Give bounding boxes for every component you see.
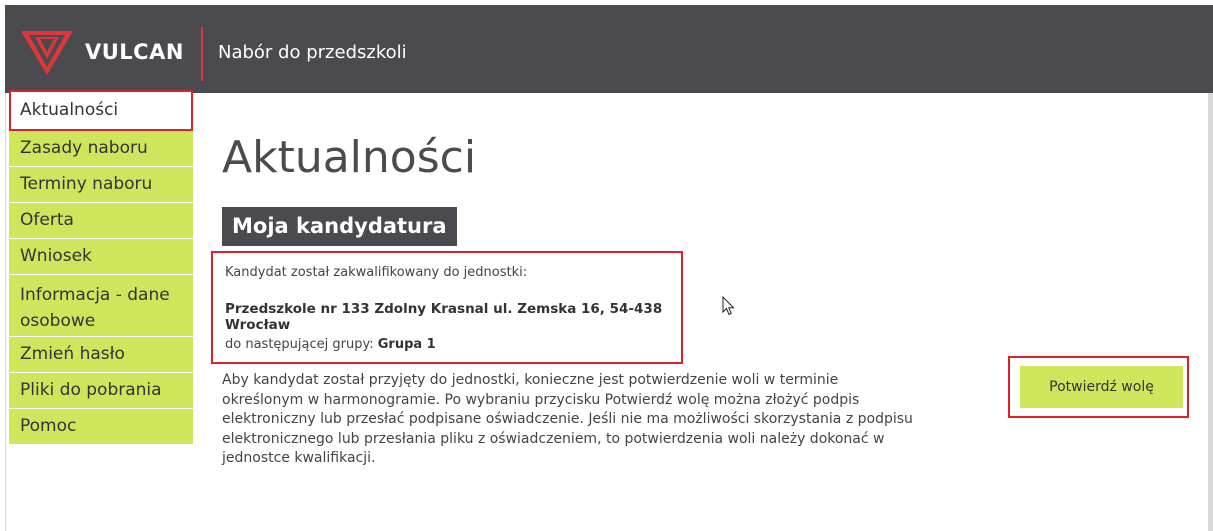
scrollbar-edge [1208,93,1213,531]
section-heading: Moja kandydatura [222,207,457,246]
sidebar-item-aktualnosci[interactable]: Aktualności [9,90,193,131]
page-title: Aktualności [222,132,477,183]
app-title: Nabór do przedszkoli [218,42,407,63]
app-header: VULCAN Nabór do przedszkoli [5,5,1213,93]
sidebar-item-pliki[interactable]: Pliki do pobrania [9,373,193,409]
sidebar-nav: Aktualności Zasady naboru Terminy naboru… [9,90,193,445]
group-line: do następującej grupy: Grupa 1 [225,337,436,352]
info-paragraph: Aby kandydat został przyjęty do jednostk… [222,372,913,466]
unit-name: Przedszkole nr 133 Zdolny Krasnal ul. Ze… [225,301,663,333]
qualified-text: Kandydat został zakwalifikowany do jedno… [225,265,528,280]
sidebar-item-terminy-naboru[interactable]: Terminy naboru [9,167,193,203]
group-prefix: do następującej grupy: [225,337,374,352]
sidebar-item-pomoc[interactable]: Pomoc [9,409,193,445]
vulcan-logo-icon [21,31,73,75]
sidebar-item-wniosek[interactable]: Wniosek [9,239,193,275]
candidate-qualification-box: Kandydat został zakwalifikowany do jedno… [211,251,683,364]
sidebar-item-zasady-naboru[interactable]: Zasady naboru [9,131,193,167]
sidebar-item-oferta[interactable]: Oferta [9,203,193,239]
group-name: Grupa 1 [377,337,436,352]
confirm-button-highlight: Potwierdź wolę [1008,356,1189,418]
logo-text: VULCAN [85,40,184,64]
confirm-will-button[interactable]: Potwierdź wolę [1020,366,1183,408]
header-divider [201,27,203,81]
vulcan-logo[interactable]: VULCAN [19,27,187,77]
mouse-pointer-icon [722,296,735,316]
sidebar-item-informacja[interactable]: Informacja - dane osobowe [9,275,193,337]
sidebar-item-zmien-haslo[interactable]: Zmień hasło [9,337,193,373]
